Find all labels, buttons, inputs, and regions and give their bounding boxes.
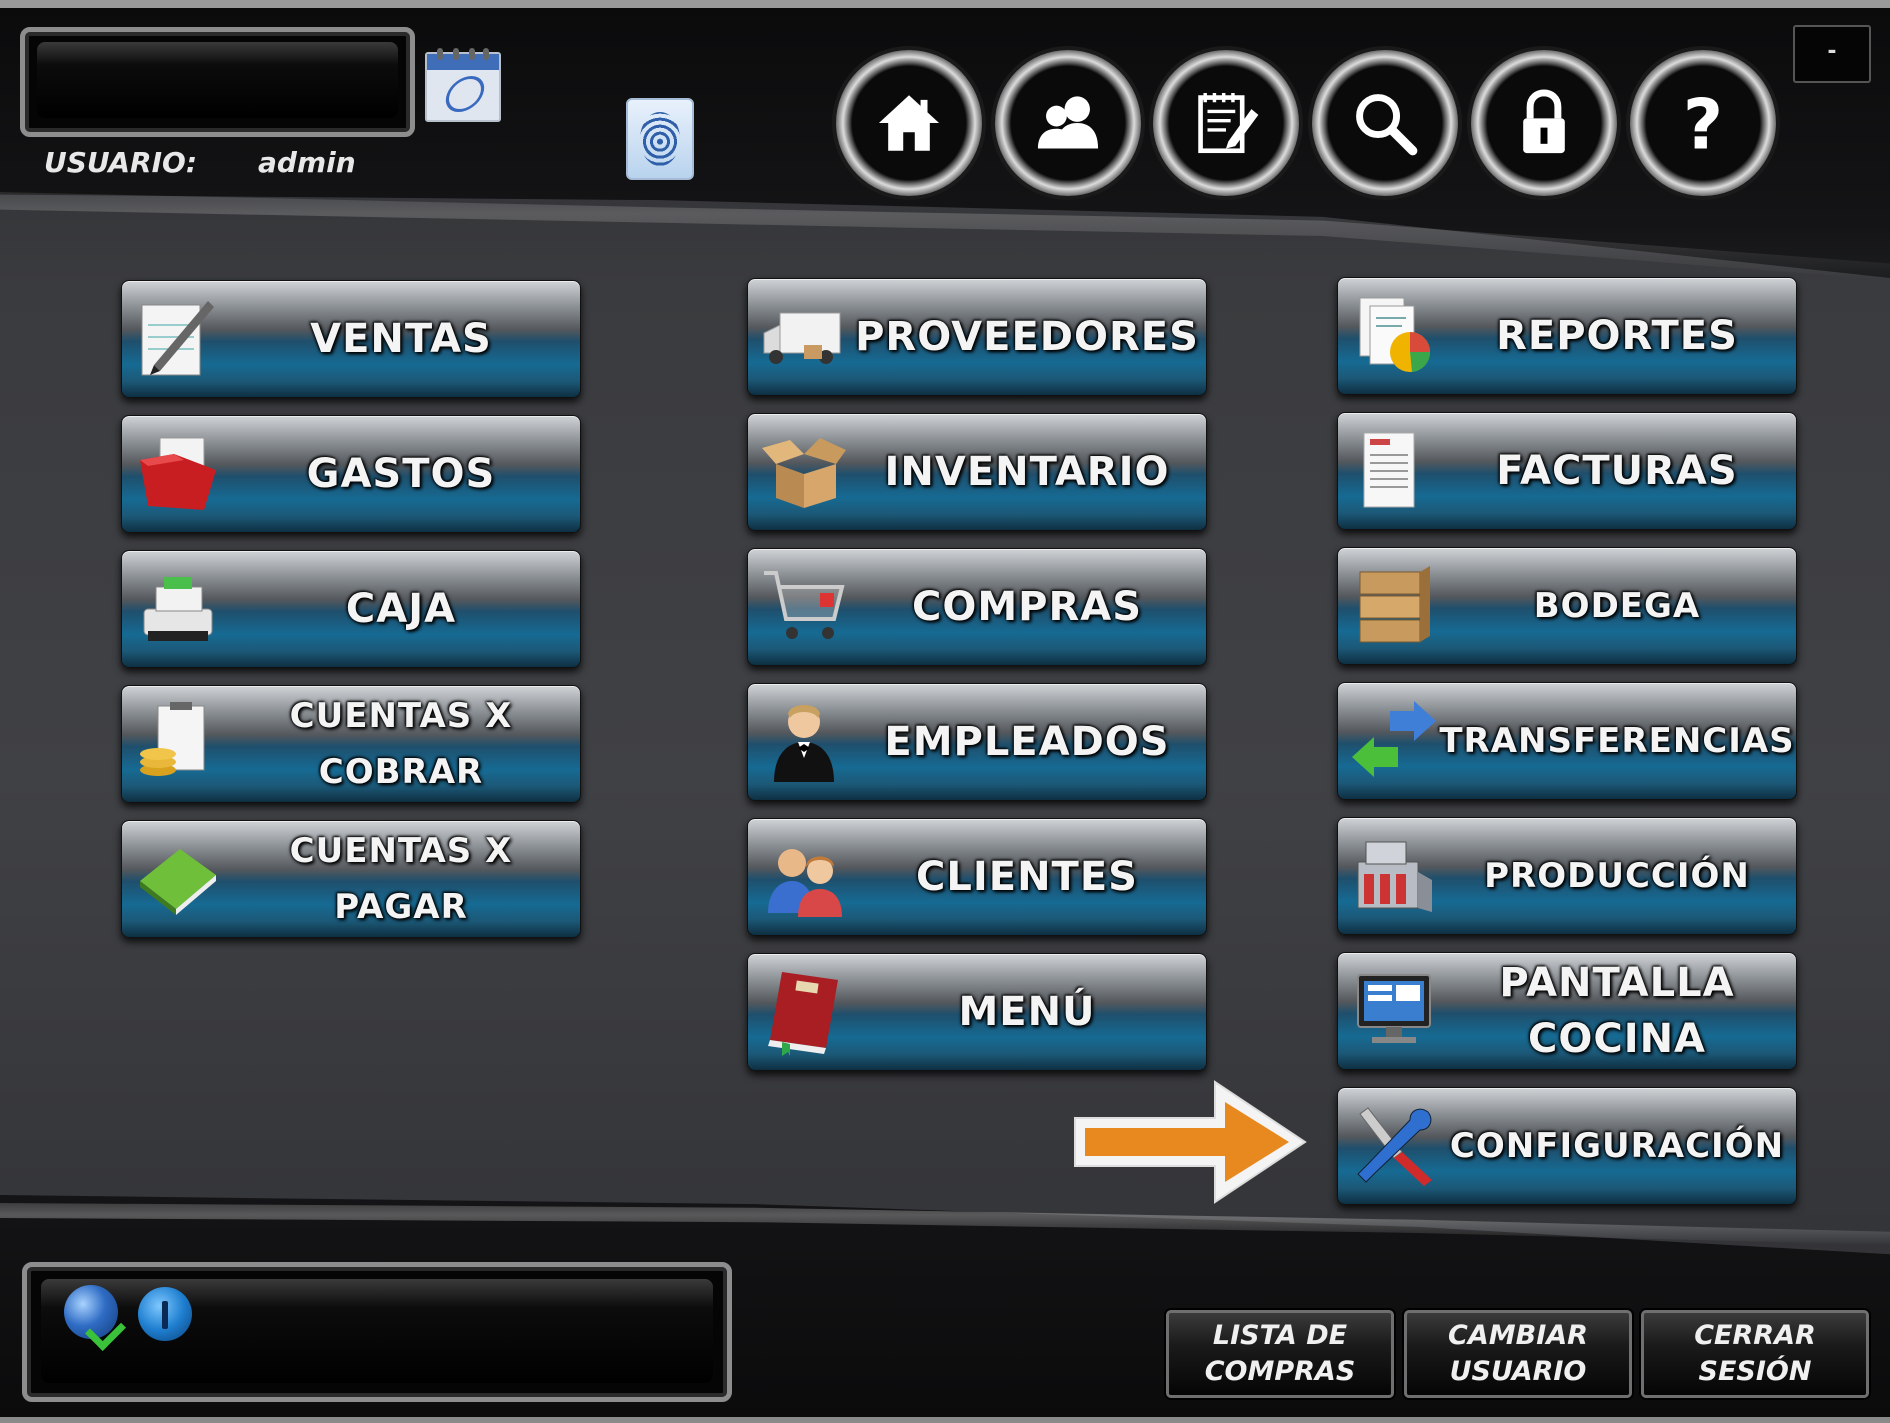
users-icon bbox=[995, 50, 1141, 196]
home-icon bbox=[836, 50, 982, 196]
menu-button-label: FACTURAS bbox=[1496, 448, 1738, 494]
boxes-icon bbox=[1350, 562, 1438, 650]
menu-button-empleados[interactable]: EMPLEADOS bbox=[747, 683, 1207, 801]
calendar-ring bbox=[483, 48, 489, 60]
menu-button-transferencias[interactable]: TRANSFERENCIAS bbox=[1337, 682, 1797, 800]
red-folder-icon bbox=[134, 430, 222, 518]
menu-button-label: VENTAS bbox=[310, 316, 492, 362]
search-icon bbox=[1312, 50, 1458, 196]
calendar-ring bbox=[437, 48, 443, 60]
menu-book-icon bbox=[760, 968, 848, 1056]
menu-button-reportes[interactable]: REPORTES bbox=[1337, 277, 1797, 395]
menu-button-label: CUENTAS X PAGAR bbox=[289, 831, 513, 927]
svg-text:?: ? bbox=[1683, 86, 1723, 160]
transfer-arrows-icon bbox=[1350, 697, 1438, 785]
menu-button-caja[interactable]: CAJA bbox=[121, 550, 581, 668]
calendar-mark bbox=[440, 76, 490, 112]
menu-button-proveedores[interactable]: PROVEEDORES bbox=[747, 278, 1207, 396]
antenna-icon bbox=[162, 1301, 168, 1329]
report-chart-icon bbox=[1350, 292, 1438, 380]
menu-button-cuentas-pagar[interactable]: CUENTAS X PAGAR bbox=[121, 820, 581, 938]
highlight-arrow-icon bbox=[1074, 1080, 1307, 1204]
menu-button-clientes[interactable]: CLIENTES bbox=[747, 818, 1207, 936]
tools-icon bbox=[1350, 1102, 1438, 1190]
menu-button-label: PRODUCCIÓN bbox=[1484, 856, 1750, 896]
menu-button-label: CLIENTES bbox=[916, 854, 1138, 900]
home-button[interactable] bbox=[836, 50, 982, 196]
menu-button-inventario[interactable]: INVENTARIO bbox=[747, 413, 1207, 531]
invoice-icon bbox=[1350, 427, 1438, 515]
status-screen bbox=[41, 1279, 713, 1383]
coins-clipboard-icon bbox=[134, 700, 222, 788]
pen-paper-icon bbox=[134, 295, 222, 383]
user-display-screen bbox=[37, 42, 398, 118]
shopping-cart-icon bbox=[760, 563, 848, 651]
lock-icon bbox=[1471, 50, 1617, 196]
waiter-icon bbox=[760, 698, 848, 786]
menu-button-label: REPORTES bbox=[1496, 313, 1738, 359]
status-panel bbox=[22, 1262, 732, 1402]
lock-button[interactable] bbox=[1471, 50, 1617, 196]
menu-button-label: PANTALLA COCINA bbox=[1499, 960, 1735, 1062]
factory-icon bbox=[1350, 832, 1438, 920]
calendar-icon[interactable] bbox=[425, 48, 501, 122]
menu-button-label: CONFIGURACIÓN bbox=[1449, 1126, 1785, 1166]
menu-button-configuracion[interactable]: CONFIGURACIÓN bbox=[1337, 1087, 1797, 1205]
search-button[interactable] bbox=[1312, 50, 1458, 196]
users-button[interactable] bbox=[995, 50, 1141, 196]
menu-button-label: TRANSFERENCIAS bbox=[1439, 721, 1795, 761]
people-icon bbox=[760, 833, 848, 921]
menu-button-label: PROVEEDORES bbox=[855, 314, 1199, 360]
help-icon: ? bbox=[1630, 50, 1776, 196]
menu-button-bodega[interactable]: BODEGA bbox=[1337, 547, 1797, 665]
menu-button-label: GASTOS bbox=[306, 451, 496, 497]
user-label: USUARIO: bbox=[44, 146, 198, 179]
help-button[interactable]: ? bbox=[1630, 50, 1776, 196]
globe-check-icon bbox=[64, 1285, 127, 1352]
menu-button-facturas[interactable]: FACTURAS bbox=[1337, 412, 1797, 530]
menu-button-menu[interactable]: MENÚ bbox=[747, 953, 1207, 1071]
cash-register-icon bbox=[134, 565, 222, 653]
calendar-ring bbox=[469, 48, 475, 60]
menu-button-label: BODEGA bbox=[1533, 586, 1701, 626]
menu-button-label: CAJA bbox=[345, 586, 457, 632]
fingerprint-pattern bbox=[640, 112, 680, 166]
menu-button-label: EMPLEADOS bbox=[884, 719, 1170, 765]
menu-button-pantalla-cocina[interactable]: PANTALLA COCINA bbox=[1337, 952, 1797, 1070]
cambiar-usuario-button[interactable]: CAMBIAR USUARIO bbox=[1404, 1310, 1632, 1398]
green-book-icon bbox=[134, 835, 222, 923]
signal-icon bbox=[138, 1287, 192, 1341]
cerrar-sesion-button[interactable]: CERRAR SESIÓN bbox=[1641, 1310, 1869, 1398]
menu-button-gastos[interactable]: GASTOS bbox=[121, 415, 581, 533]
user-display-panel bbox=[20, 27, 415, 137]
open-box-icon bbox=[760, 428, 848, 516]
user-name: admin bbox=[258, 146, 356, 179]
calendar-ring bbox=[453, 48, 459, 60]
menu-button-label: COMPRAS bbox=[911, 584, 1143, 630]
menu-button-produccion[interactable]: PRODUCCIÓN bbox=[1337, 817, 1797, 935]
menu-button-label: INVENTARIO bbox=[884, 449, 1170, 495]
menu-button-label: MENÚ bbox=[958, 989, 1096, 1035]
menu-button-cuentas-cobrar[interactable]: CUENTAS X COBRAR bbox=[121, 685, 581, 803]
menu-button-compras[interactable]: COMPRAS bbox=[747, 548, 1207, 666]
minimize-button[interactable]: - bbox=[1793, 25, 1871, 83]
fingerprint-icon[interactable] bbox=[626, 98, 694, 180]
delivery-truck-icon bbox=[760, 293, 848, 381]
menu-button-label: CUENTAS X COBRAR bbox=[289, 696, 513, 792]
notepad-edit-icon bbox=[1153, 50, 1299, 196]
monitor-icon bbox=[1350, 967, 1438, 1055]
lista-compras-button[interactable]: LISTA DE COMPRAS bbox=[1166, 1310, 1394, 1398]
menu-button-ventas[interactable]: VENTAS bbox=[121, 280, 581, 398]
notes-button[interactable] bbox=[1153, 50, 1299, 196]
